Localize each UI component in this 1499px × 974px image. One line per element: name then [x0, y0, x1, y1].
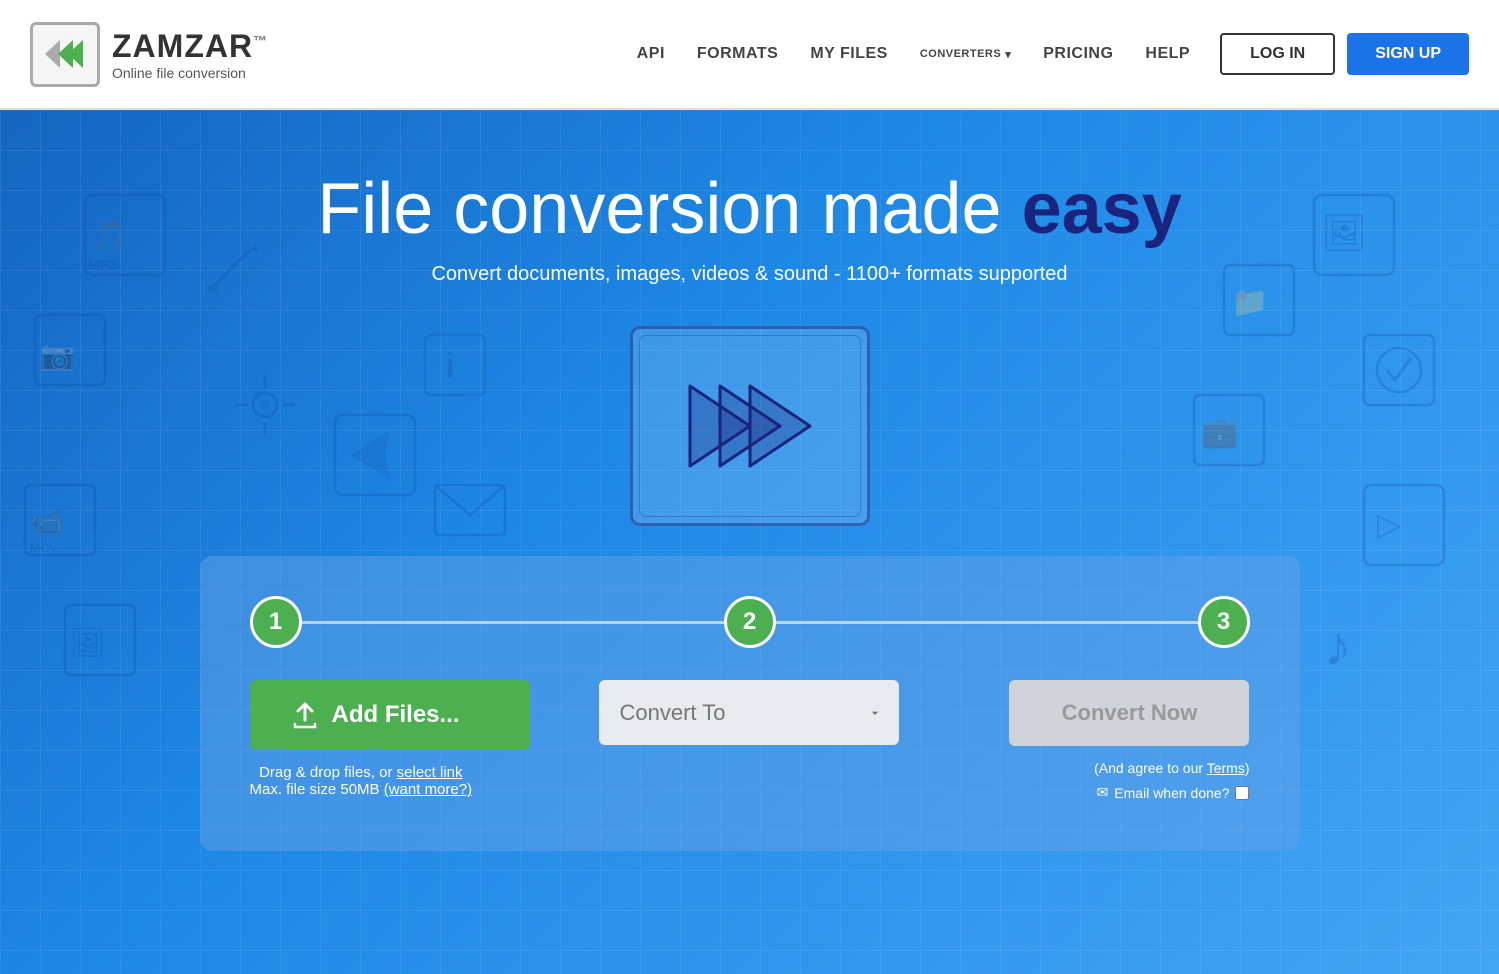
- svg-text:🖼: 🖼: [1321, 212, 1367, 253]
- step-circle-2: 2: [724, 596, 776, 648]
- convert-now-col: Convert Now (And agree to our Terms) ✉ E…: [916, 680, 1249, 801]
- hero-subtitle: Convert documents, images, videos & soun…: [431, 263, 1067, 286]
- convert-to-select[interactable]: Convert To: [599, 680, 899, 745]
- step-circle-1: 1: [250, 596, 302, 648]
- svg-text:i: i: [445, 345, 455, 386]
- signup-button[interactable]: SIGN UP: [1347, 33, 1469, 75]
- nav-link-my-files[interactable]: MY FILES: [810, 45, 888, 63]
- hero-section: 🎵 MP3 📷 📹 MOV 🖼: [0, 110, 1499, 974]
- svg-text:📁: 📁: [1231, 286, 1268, 319]
- play-icon: [670, 366, 830, 486]
- step-line-2: [776, 621, 1198, 624]
- hero-title-prefix: File: [317, 169, 453, 249]
- convert-now-button[interactable]: Convert Now: [1009, 680, 1249, 746]
- svg-text:🎵: 🎵: [92, 220, 127, 251]
- add-files-hint: Drag & drop files, or select link Max. f…: [250, 764, 473, 798]
- email-icon: ✉: [1097, 784, 1109, 801]
- hero-title-bold: easy: [1022, 169, 1182, 249]
- svg-text:📷: 📷: [40, 340, 75, 372]
- svg-text:▷: ▷: [1377, 506, 1402, 542]
- hero-title-suffix: made: [801, 169, 1021, 249]
- logo-brand: ZAMZAR™: [112, 28, 268, 65]
- logo-area: ZAMZAR™ Online file conversion: [30, 22, 268, 87]
- add-files-button[interactable]: Add Files...: [250, 680, 530, 750]
- nav-link-api[interactable]: API: [637, 45, 665, 63]
- step-circle-3: 3: [1198, 596, 1250, 648]
- hero-title: File conversion made easy: [317, 170, 1182, 249]
- convert-to-wrapper: Convert To: [599, 680, 899, 745]
- nav-link-help[interactable]: HELP: [1145, 45, 1190, 63]
- convert-to-col: Convert To: [583, 680, 916, 745]
- navbar: ZAMZAR™ Online file conversion API FORMA…: [0, 0, 1499, 110]
- svg-text:🖼: 🖼: [70, 627, 106, 658]
- conversion-form: 1 2 3 Add Files... Drag & drop files, or…: [200, 556, 1300, 851]
- svg-text:📹: 📹: [30, 507, 65, 538]
- logo-text-block: ZAMZAR™ Online file conversion: [112, 28, 268, 81]
- center-illustration: [620, 316, 880, 536]
- select-link[interactable]: select link: [397, 764, 463, 781]
- want-more-link[interactable]: (want more?): [384, 781, 472, 798]
- nav-link-pricing[interactable]: PRICING: [1043, 45, 1113, 63]
- email-checkbox[interactable]: [1235, 786, 1249, 800]
- svg-text:💼: 💼: [1201, 416, 1238, 449]
- nav-link-converters[interactable]: CONVERTERS ▾: [920, 48, 1011, 61]
- logo-tagline: Online file conversion: [112, 65, 268, 81]
- sketch-box: [630, 326, 870, 526]
- step-line-1: [302, 621, 724, 624]
- upload-icon: [290, 700, 320, 730]
- chevron-down-icon: ▾: [1005, 48, 1011, 61]
- actions-row: Add Files... Drag & drop files, or selec…: [250, 680, 1250, 801]
- terms-link[interactable]: Terms: [1207, 760, 1245, 776]
- nav-links: API FORMATS MY FILES CONVERTERS ▾ PRICIN…: [637, 45, 1190, 63]
- svg-text:♪: ♪: [1324, 615, 1352, 677]
- add-files-col: Add Files... Drag & drop files, or selec…: [250, 680, 583, 798]
- svg-text:MP3: MP3: [88, 257, 117, 273]
- steps-row: 1 2 3: [250, 596, 1250, 648]
- nav-buttons: LOG IN SIGN UP: [1220, 33, 1469, 75]
- hero-title-accent: conversion: [453, 169, 801, 249]
- nav-link-formats[interactable]: FORMATS: [697, 45, 778, 63]
- svg-text:MOV: MOV: [30, 541, 57, 555]
- email-row: ✉ Email when done?: [1097, 784, 1250, 801]
- login-button[interactable]: LOG IN: [1220, 33, 1335, 75]
- logo-icon: [30, 22, 100, 87]
- convert-hint: (And agree to our Terms): [1094, 760, 1249, 776]
